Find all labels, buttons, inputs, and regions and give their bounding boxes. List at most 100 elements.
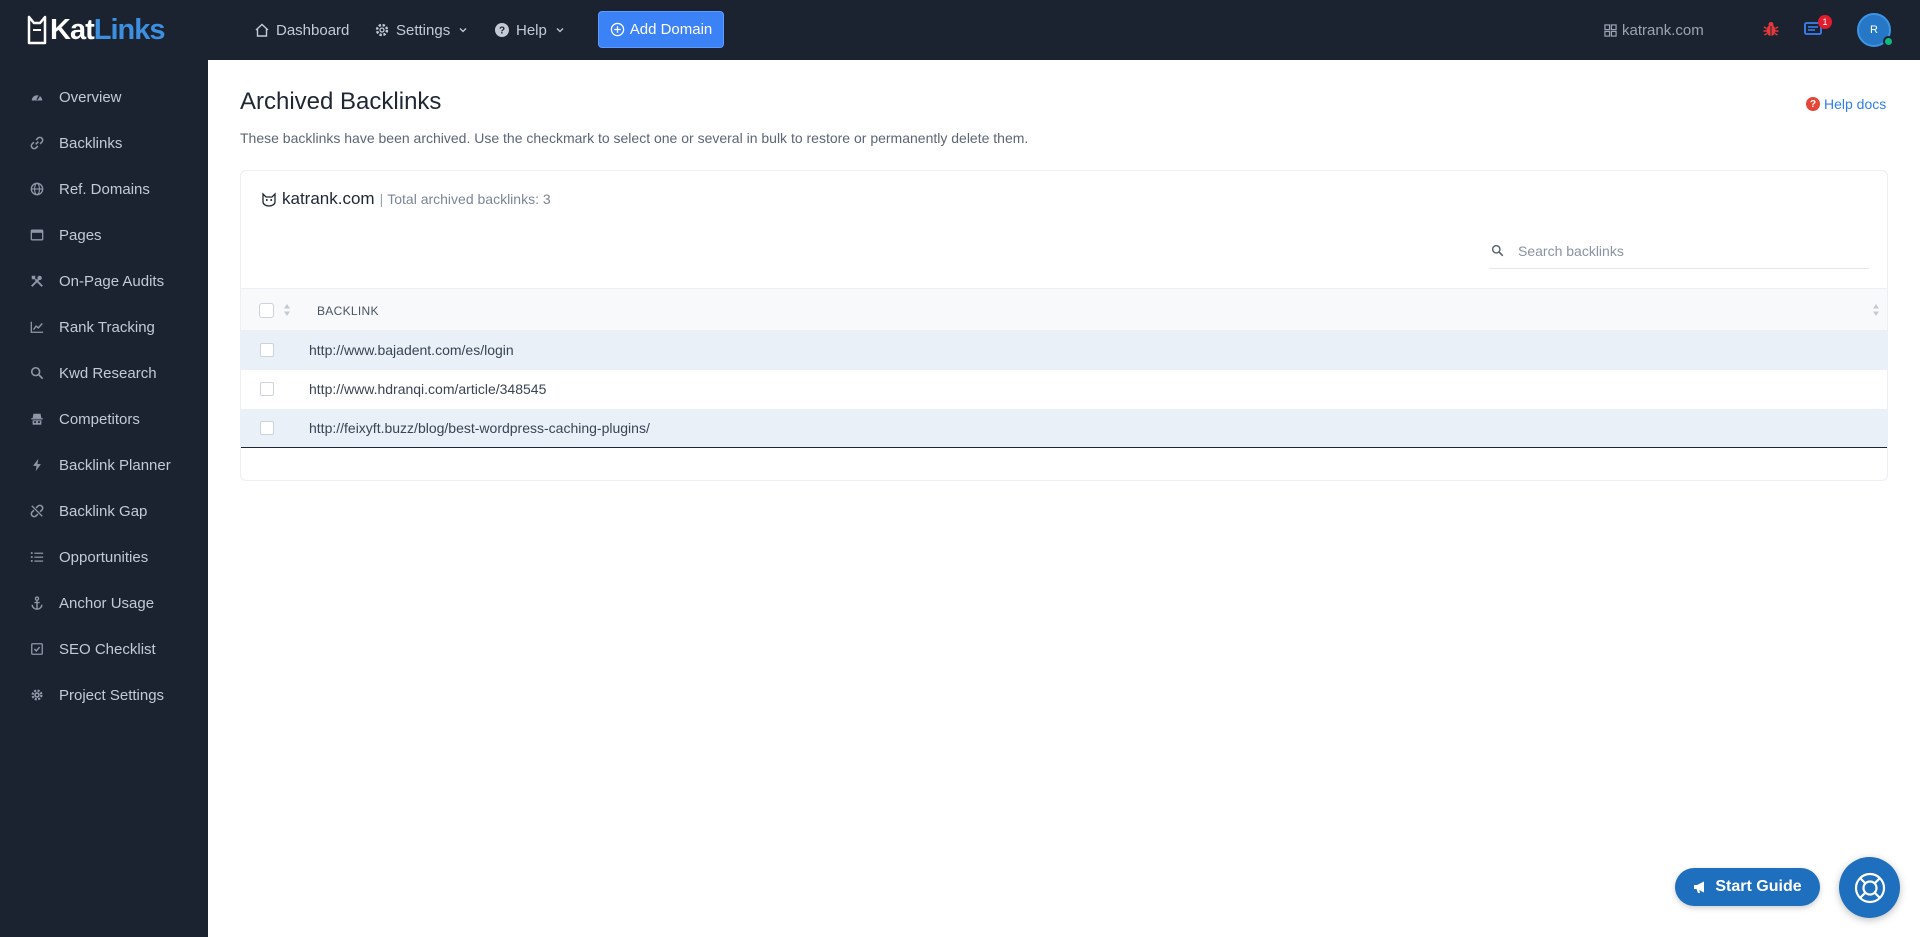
nav-dashboard[interactable]: Dashboard	[254, 0, 349, 60]
sidebar-item-backlink-gap[interactable]: Backlink Gap	[0, 488, 208, 534]
plus-circle-icon	[610, 22, 624, 37]
current-domain-switcher[interactable]: katrank.com	[1604, 0, 1704, 60]
row-checkbox[interactable]	[260, 343, 274, 357]
add-domain-button[interactable]: Add Domain	[598, 11, 724, 48]
start-guide-label: Start Guide	[1715, 878, 1802, 895]
sidebar-item-backlink-planner[interactable]: Backlink Planner	[0, 442, 208, 488]
sidebar-item-seo-checklist[interactable]: SEO Checklist	[0, 626, 208, 672]
logo-text-links: Links	[93, 13, 166, 46]
backlink-url[interactable]: http://feixyft.buzz/blog/best-wordpress-…	[309, 420, 650, 436]
online-status-dot	[1883, 36, 1894, 47]
help-docs-label: Help docs	[1824, 96, 1887, 112]
katlinks-logo[interactable]: Kat Links	[26, 10, 166, 50]
bolt-icon	[30, 458, 44, 472]
sidebar-item-label: Backlink Gap	[59, 502, 148, 520]
chevron-down-icon	[459, 28, 467, 33]
support-lifebuoy-button[interactable]	[1839, 857, 1900, 918]
sidebar: Kat Links Overview Backlinks Ref. Domains…	[0, 0, 208, 937]
search-backlinks-input[interactable]	[1518, 242, 1858, 259]
sidebar-item-label: Project Settings	[59, 686, 165, 704]
bug-report-icon[interactable]	[1762, 20, 1780, 38]
sidebar-item-label: Backlinks	[59, 134, 123, 152]
sidebar-item-competitors[interactable]: Competitors	[0, 396, 208, 442]
gauge-icon	[30, 90, 44, 104]
tools-icon	[30, 274, 44, 288]
sidebar-item-backlinks[interactable]: Backlinks	[0, 120, 208, 166]
sidebar-item-label: Kwd Research	[59, 364, 157, 382]
question-circle-icon: ?	[495, 23, 509, 37]
chevron-down-icon	[556, 28, 564, 33]
logo-text-kat: Kat	[50, 13, 95, 46]
sidebar-item-label: SEO Checklist	[59, 640, 156, 658]
search-icon	[1491, 244, 1504, 257]
table-header: BACKLINK	[241, 288, 1887, 331]
sidebar-item-label: On-Page Audits	[59, 272, 165, 290]
sidebar-nav: Overview Backlinks Ref. Domains Pages On…	[0, 74, 208, 718]
sidebar-item-overview[interactable]: Overview	[0, 74, 208, 120]
sidebar-item-rank-tracking[interactable]: Rank Tracking	[0, 304, 208, 350]
card-separator: |	[379, 191, 384, 207]
sidebar-item-on-page-audits[interactable]: On-Page Audits	[0, 258, 208, 304]
sidebar-item-label: Anchor Usage	[59, 594, 155, 612]
backlink-url[interactable]: http://www.hdranqi.com/article/348545	[309, 381, 546, 397]
topbar: Dashboard Settings ? Help Add Domain kat…	[208, 0, 1920, 60]
sidebar-item-opportunities[interactable]: Opportunities	[0, 534, 208, 580]
column-header-backlink[interactable]: BACKLINK	[317, 304, 379, 318]
total-archived-count: Total archived backlinks: 3	[387, 191, 551, 207]
grid-icon	[1604, 23, 1617, 37]
select-all-checkbox[interactable]	[259, 303, 274, 318]
gear-icon	[375, 23, 389, 37]
gear-icon	[30, 688, 44, 702]
unlink-icon	[30, 504, 44, 518]
cat-logo-icon	[27, 15, 47, 45]
backlinks-table: BACKLINK http://www.bajadent.com/es/logi…	[241, 288, 1887, 448]
sidebar-item-anchor-usage[interactable]: Anchor Usage	[0, 580, 208, 626]
card-header: katrank.com | Total archived backlinks: …	[261, 189, 551, 209]
nav-dashboard-label: Dashboard	[276, 21, 350, 39]
notification-badge: 1	[1818, 15, 1832, 29]
megaphone-icon	[1694, 881, 1705, 893]
sidebar-item-label: Backlink Planner	[59, 456, 171, 474]
window-icon	[30, 228, 44, 242]
archived-backlinks-card: katrank.com | Total archived backlinks: …	[240, 170, 1888, 481]
sort-icon[interactable]	[1872, 303, 1880, 317]
sidebar-item-label: Ref. Domains	[59, 180, 150, 198]
nav-help-dropdown[interactable]: ? Help	[494, 0, 565, 60]
check-square-icon	[30, 642, 44, 656]
spy-icon	[30, 412, 44, 426]
search-box	[1489, 233, 1869, 269]
sidebar-item-project-settings[interactable]: Project Settings	[0, 672, 208, 718]
sidebar-item-label: Competitors	[59, 410, 140, 428]
start-guide-button[interactable]: Start Guide	[1675, 868, 1820, 906]
link-icon	[30, 136, 44, 150]
sidebar-item-kwd-research[interactable]: Kwd Research	[0, 350, 208, 396]
svg-text:?: ?	[499, 26, 505, 37]
help-docs-link[interactable]: ? Help docs	[1806, 96, 1886, 112]
page-title: Archived Backlinks	[240, 88, 442, 115]
nav-settings-dropdown[interactable]: Settings	[374, 0, 468, 60]
row-checkbox[interactable]	[260, 382, 274, 396]
sidebar-item-pages[interactable]: Pages	[0, 212, 208, 258]
sidebar-item-ref-domains[interactable]: Ref. Domains	[0, 166, 208, 212]
add-domain-label: Add Domain	[629, 21, 713, 38]
nav-settings-label: Settings	[396, 21, 451, 39]
table-row[interactable]: http://feixyft.buzz/blog/best-wordpress-…	[241, 409, 1887, 448]
sidebar-item-label: Overview	[59, 88, 122, 106]
question-circle-icon: ?	[1806, 97, 1820, 111]
sort-icon[interactable]	[283, 303, 291, 317]
search-icon	[30, 366, 44, 380]
sidebar-item-label: Pages	[59, 226, 102, 244]
cat-face-icon	[262, 192, 276, 207]
card-domain-name: katrank.com	[282, 189, 375, 208]
home-icon	[255, 23, 269, 37]
list-icon	[30, 550, 44, 564]
table-row[interactable]: http://www.hdranqi.com/article/348545	[241, 370, 1887, 409]
current-domain-label: katrank.com	[1622, 21, 1704, 39]
chart-line-icon	[30, 320, 44, 334]
lifebuoy-icon	[1854, 872, 1885, 903]
backlink-url[interactable]: http://www.bajadent.com/es/login	[309, 342, 514, 358]
row-checkbox[interactable]	[260, 421, 274, 435]
table-row[interactable]: http://www.bajadent.com/es/login	[241, 331, 1887, 370]
globe-icon	[30, 182, 44, 196]
sidebar-item-label: Rank Tracking	[59, 318, 155, 336]
